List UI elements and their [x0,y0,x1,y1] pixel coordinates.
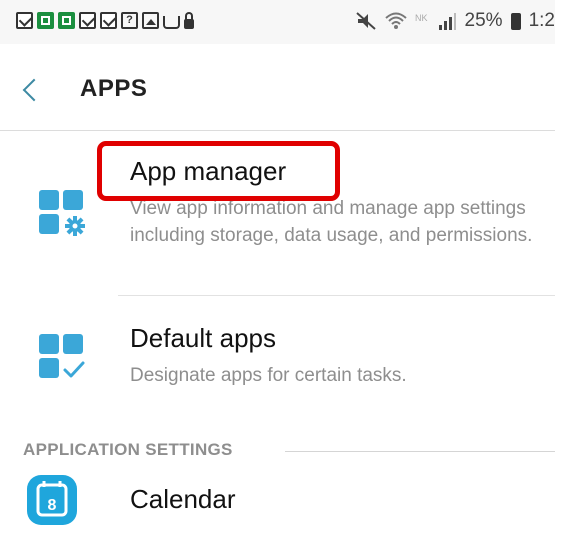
app-manager-icon [39,190,85,236]
back-arrow-icon[interactable] [22,78,46,102]
item-description: View app information and manage app sett… [130,198,533,246]
app-bar: APPS [0,44,555,131]
notification-icons: ? [16,12,194,29]
calendar-date: 8 [48,497,57,514]
status-bar: ? NK 25% 1:2 [0,0,555,44]
image-notification-icon [142,12,159,29]
clock: 1:2 [528,10,555,31]
section-header: APPLICATION SETTINGS [0,437,555,467]
page-edge [555,0,563,553]
item-description: Designate apps for certain tasks. [130,365,407,386]
page-title: APPS [80,75,148,102]
message-notification-icon [79,12,96,29]
list-item-calendar[interactable]: 8 Calendar [0,470,555,553]
signal-icon [438,13,456,30]
calendar-icon: 8 [27,475,77,525]
shopping-bag-icon [163,16,180,29]
wifi-icon [384,12,407,29]
lock-icon [184,12,194,29]
svg-text:NK: NK [415,13,428,23]
nfc-icon: NK [415,13,428,23]
list-item-default-apps[interactable]: Default apps Designate apps for certain … [0,296,555,436]
app-notification-icon [58,12,75,29]
default-apps-icon [39,334,85,378]
item-title: Default apps [130,323,276,353]
mute-icon [355,12,376,30]
message-notification-icon [16,12,33,29]
item-title: App manager [130,156,287,186]
screen: ? NK 25% 1:2 APPS App manager View app i… [0,0,555,553]
item-title: Calendar [130,484,236,514]
app-notification-icon [37,12,54,29]
section-title: APPLICATION SETTINGS [23,440,233,459]
email-notification-icon [100,12,117,29]
system-status: NK 25% 1:2 [355,10,555,32]
unknown-notification-icon: ? [121,12,138,29]
section-divider [285,451,555,452]
list-item-app-manager[interactable]: App manager View app information and man… [0,131,555,295]
battery-icon [510,12,521,30]
battery-percent: 25% [464,10,503,31]
